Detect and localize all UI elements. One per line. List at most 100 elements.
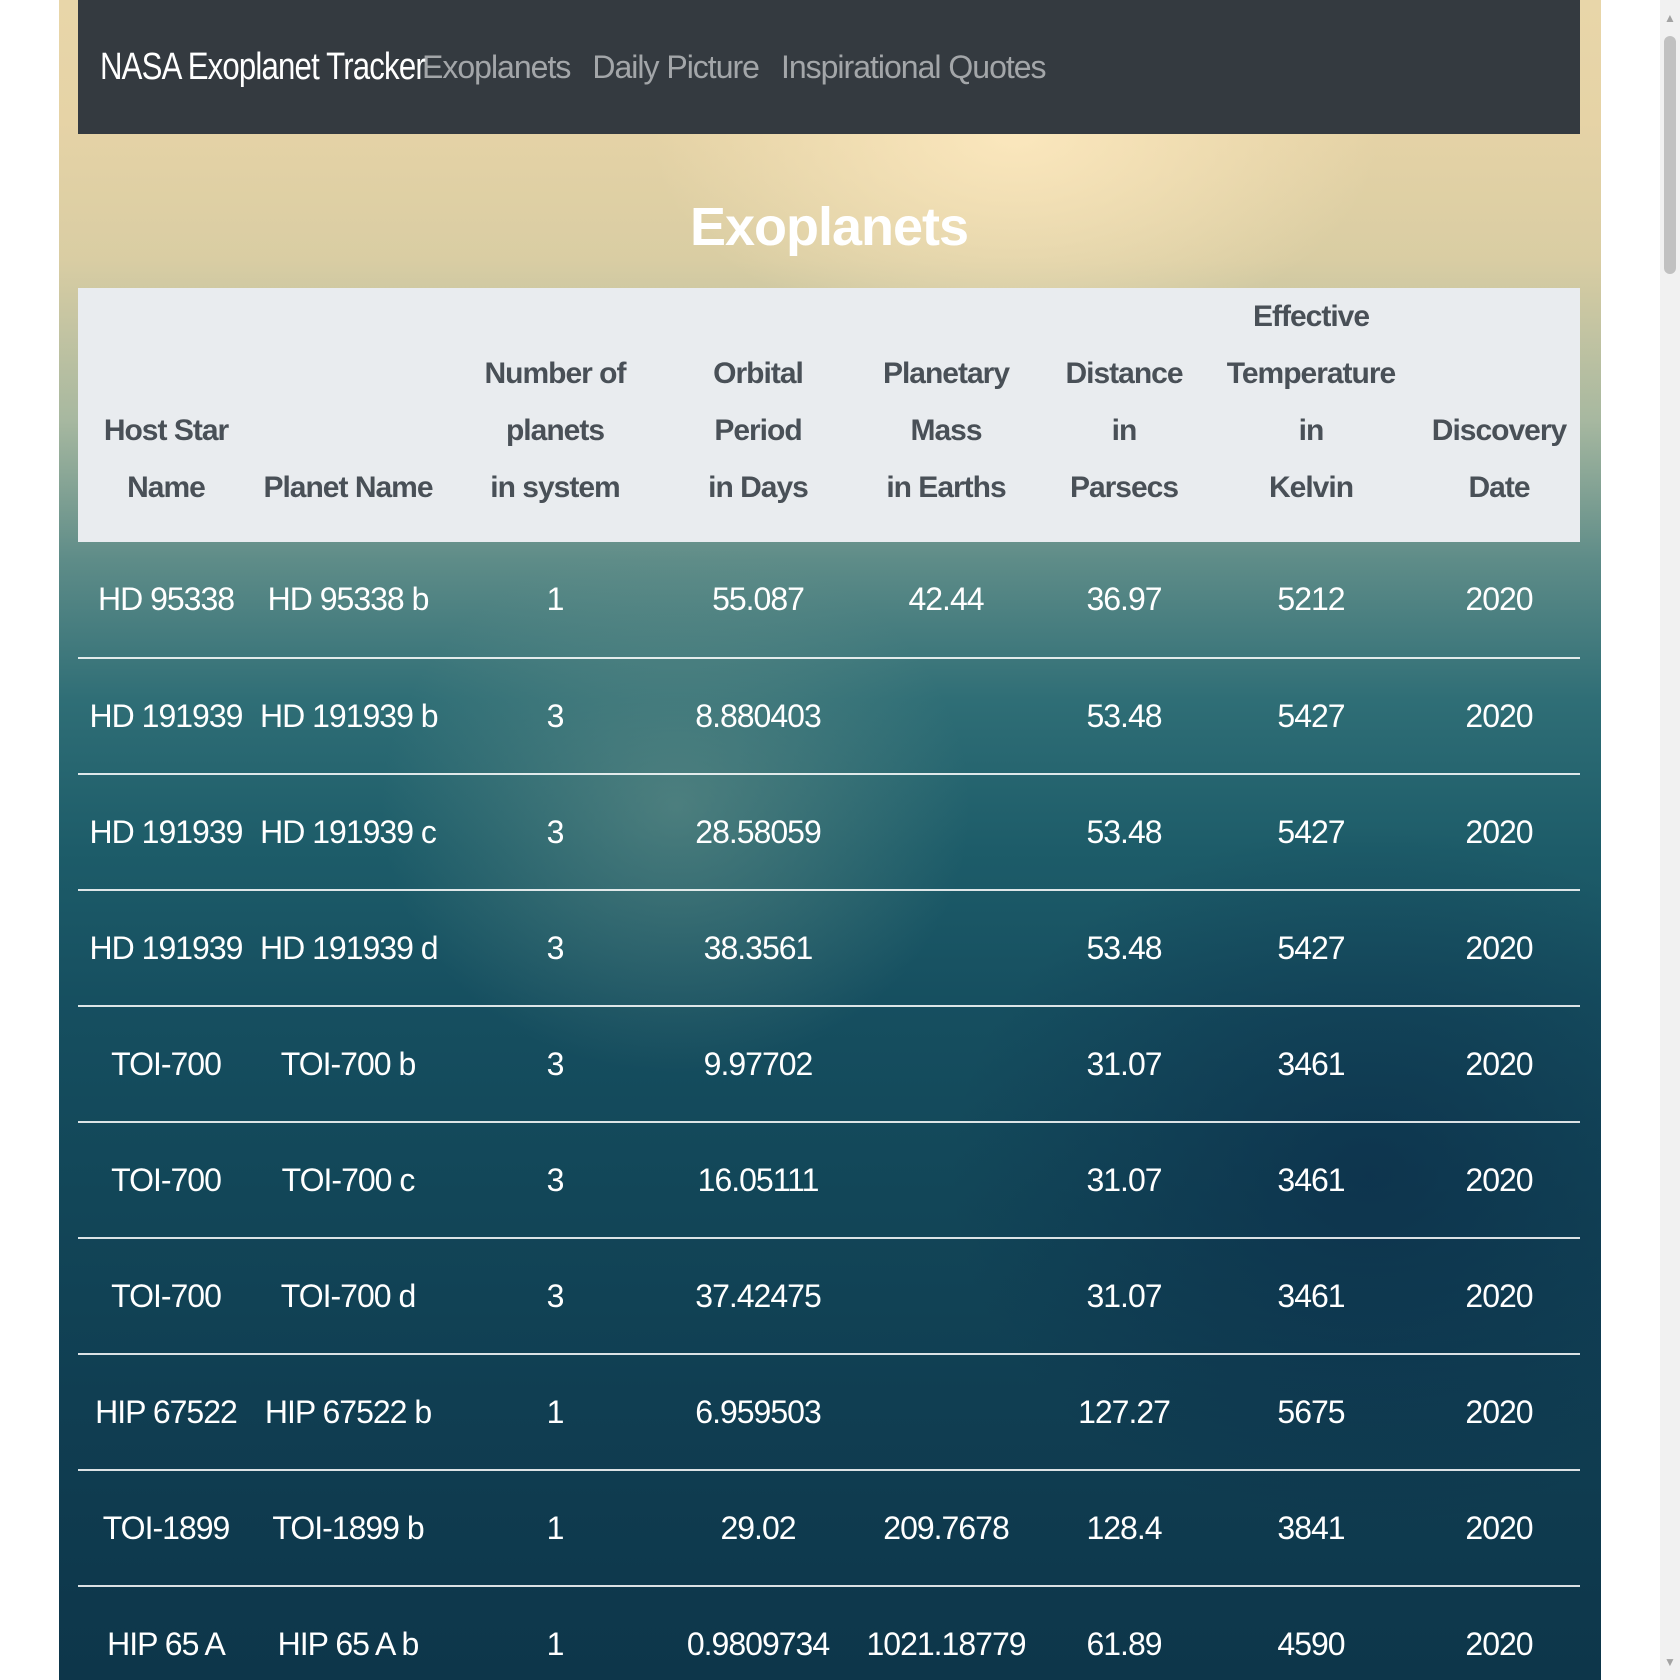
table-row: HD 191939 HD 191939 d 3 38.3561 53.48 5427 202… <box>78 890 1580 1006</box>
table-cell-distance-parsecs: 31.07 <box>1086 1277 1162 1314</box>
table-cell-distance-parsecs: 31.07 <box>1086 1161 1162 1198</box>
table-cell-planetary-mass <box>848 774 1044 890</box>
table-cell-planet-name: TOI-700 d <box>280 1277 416 1314</box>
column-header-planet-name: Planet Name <box>263 471 433 504</box>
column-header-host-star-name: Host Star Name <box>103 414 229 504</box>
table-cell-distance-parsecs: 36.97 <box>1086 581 1162 617</box>
table-cell-planet-name: HIP 65 A b <box>277 1625 420 1662</box>
table-cell-orbital-period: 6.959503 <box>695 1393 821 1430</box>
table-row: HD 191939 HD 191939 b 3 8.880403 53.48 5427 20… <box>78 658 1580 774</box>
table-cell-effective-temperature: 3461 <box>1277 1277 1345 1314</box>
table-cell-planetary-mass: 42.44 <box>908 581 984 617</box>
exoplanet-table-container: Host Star Name Planet Name Number of planet… <box>78 288 1580 1680</box>
table-cell-discovery-date: 2020 <box>1465 929 1533 966</box>
table-cell-discovery-date: 2020 <box>1465 813 1533 850</box>
column-header-distance-parsecs: Distance in Parsecs <box>1065 357 1183 504</box>
table-cell-planet-name: HD 191939 c <box>260 813 437 850</box>
table-cell-number-of-planets: 3 <box>546 1161 565 1198</box>
table-cell-discovery-date: 2020 <box>1465 1509 1533 1546</box>
browser-viewport: NASA Exoplanet Tracker Exoplanets Daily … <box>0 0 1680 1680</box>
table-cell-number-of-planets: 1 <box>546 581 565 617</box>
table-cell-planetary-mass <box>848 1238 1044 1354</box>
table-cell-distance-parsecs: 53.48 <box>1086 697 1162 734</box>
table-cell-distance-parsecs: 53.48 <box>1086 929 1162 966</box>
table-cell-number-of-planets: 1 <box>546 1625 565 1662</box>
table-cell-host-star-name: TOI-1899 <box>102 1509 231 1546</box>
table-cell-distance-parsecs: 31.07 <box>1086 1045 1162 1082</box>
page-title: Exoplanets <box>689 197 969 257</box>
table-body: HD 95338 HD 95338 b 1 55.087 42.44 36.97 5212 2… <box>78 542 1580 1680</box>
table-cell-distance-parsecs: 53.48 <box>1086 813 1162 850</box>
table-cell-orbital-period: 37.42475 <box>695 1277 821 1314</box>
table-cell-planetary-mass <box>848 890 1044 1006</box>
table-cell-discovery-date: 2020 <box>1465 1045 1533 1082</box>
navbar: NASA Exoplanet Tracker Exoplanets Daily … <box>78 0 1580 134</box>
table-cell-number-of-planets: 3 <box>546 1045 565 1082</box>
table-cell-distance-parsecs: 61.89 <box>1086 1625 1162 1662</box>
scroll-down-arrow-icon[interactable]: ▼ <box>1660 1652 1680 1672</box>
table-row: HD 191939 HD 191939 c 3 28.58059 53.48 5427 20… <box>78 774 1580 890</box>
table-cell-planetary-mass <box>848 1006 1044 1122</box>
table-cell-host-star-name: TOI-700 <box>111 1277 222 1314</box>
column-header-effective-temperature: Effective Temperature in Kelvin <box>1226 300 1397 504</box>
table-row: HIP 67522 HIP 67522 b 1 6.959503 127.27 5675 2… <box>78 1354 1580 1470</box>
table-cell-effective-temperature: 4590 <box>1277 1625 1345 1662</box>
table-cell-effective-temperature: 3461 <box>1277 1161 1345 1198</box>
scroll-up-arrow-icon[interactable]: ▲ <box>1660 8 1680 28</box>
table-cell-effective-temperature: 5427 <box>1277 929 1345 966</box>
table-cell-planet-name: TOI-1899 b <box>272 1509 424 1546</box>
column-header-number-of-planets: Number of planets in system <box>484 357 627 504</box>
table-cell-effective-temperature: 5427 <box>1277 813 1345 850</box>
table-cell-orbital-period: 9.97702 <box>703 1045 814 1082</box>
scroll-thumb[interactable] <box>1664 36 1676 274</box>
table-cell-effective-temperature: 5675 <box>1277 1393 1345 1430</box>
table-cell-host-star-name: HD 191939 <box>89 929 244 966</box>
table-cell-host-star-name: TOI-700 <box>111 1161 222 1198</box>
table-cell-discovery-date: 2020 <box>1465 1161 1533 1198</box>
table-cell-planet-name: HIP 67522 b <box>264 1393 432 1430</box>
exoplanet-table: Host Star Name Planet Name Number of planet… <box>78 288 1580 1680</box>
table-cell-discovery-date: 2020 <box>1465 1393 1533 1430</box>
table-row: TOI-700 TOI-700 c 3 16.05111 31.07 3461 2020 <box>78 1122 1580 1238</box>
table-cell-planet-name: TOI-700 b <box>280 1045 416 1082</box>
table-cell-distance-parsecs: 127.27 <box>1078 1393 1171 1430</box>
table-cell-number-of-planets: 1 <box>546 1509 565 1546</box>
column-header-discovery-date: Discovery Date <box>1431 414 1567 504</box>
table-cell-orbital-period: 16.05111 <box>697 1161 820 1198</box>
table-cell-orbital-period: 0.9809734 <box>686 1625 830 1662</box>
table-cell-planetary-mass <box>848 1122 1044 1238</box>
table-header-row: Host Star Name Planet Name Number of planet… <box>78 288 1580 542</box>
column-header-planetary-mass: Planetary Mass in Earths <box>882 357 1010 504</box>
table-header: Host Star Name Planet Name Number of planet… <box>78 288 1580 542</box>
table-cell-effective-temperature: 3461 <box>1277 1045 1345 1082</box>
table-row: HIP 65 A HIP 65 A b 1 0.9809734 1021.18779 61… <box>78 1586 1580 1680</box>
table-cell-host-star-name: TOI-700 <box>111 1045 222 1082</box>
vertical-scrollbar[interactable]: ▲ ▼ <box>1660 0 1680 1680</box>
table-cell-discovery-date: 2020 <box>1465 1277 1533 1314</box>
table-cell-host-star-name: HD 95338 <box>97 581 235 617</box>
table-cell-discovery-date: 2020 <box>1465 1625 1533 1662</box>
table-cell-planetary-mass: 209.7678 <box>883 1509 1009 1546</box>
table-cell-number-of-planets: 3 <box>546 813 565 850</box>
table-row: HD 95338 HD 95338 b 1 55.087 42.44 36.97 5212 2… <box>78 542 1580 658</box>
table-cell-host-star-name: HIP 67522 <box>95 1393 238 1430</box>
nav-link-exoplanets[interactable]: Exoplanets <box>422 49 571 86</box>
table-row: TOI-700 TOI-700 b 3 9.97702 31.07 3461 2020 <box>78 1006 1580 1122</box>
table-cell-discovery-date: 2020 <box>1465 697 1533 734</box>
table-cell-planet-name: HD 191939 d <box>260 929 439 966</box>
table-cell-effective-temperature: 5427 <box>1277 697 1345 734</box>
table-row: TOI-1899 TOI-1899 b 1 29.02 209.7678 128.4 384… <box>78 1470 1580 1586</box>
table-cell-host-star-name: HD 191939 <box>89 697 244 734</box>
table-cell-distance-parsecs: 128.4 <box>1086 1509 1162 1546</box>
table-cell-effective-temperature: 3841 <box>1277 1509 1345 1546</box>
table-cell-orbital-period: 28.58059 <box>695 813 821 850</box>
table-cell-effective-temperature: 5212 <box>1277 581 1345 617</box>
table-cell-number-of-planets: 3 <box>546 1277 565 1314</box>
nav-link-inspirational-quotes[interactable]: Inspirational Quotes <box>781 49 1047 86</box>
column-header-orbital-period: Orbital Period in Days <box>708 357 809 504</box>
navbar-brand[interactable]: NASA Exoplanet Tracker <box>100 46 426 89</box>
table-cell-planetary-mass <box>848 1354 1044 1470</box>
table-cell-discovery-date: 2020 <box>1465 581 1533 617</box>
nav-link-daily-picture[interactable]: Daily Picture <box>592 49 760 86</box>
table-cell-planetary-mass: 1021.18779 <box>866 1625 1026 1662</box>
